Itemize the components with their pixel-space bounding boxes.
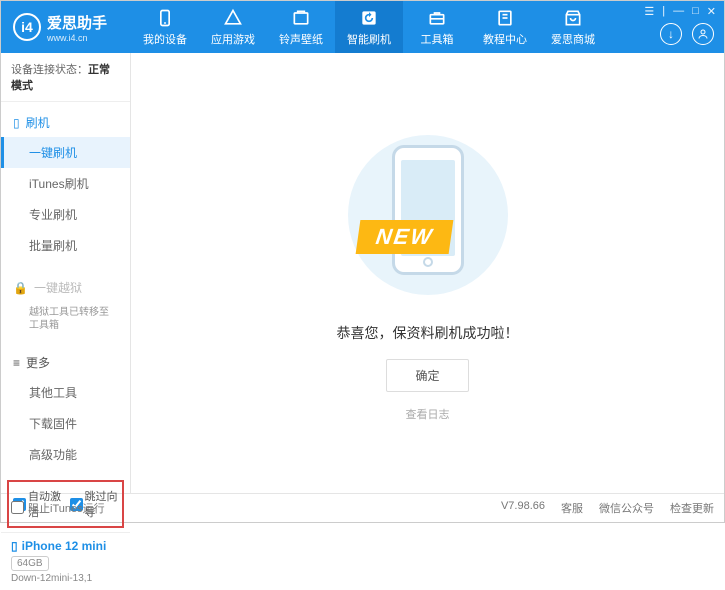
app-url: www.i4.cn <box>47 33 107 43</box>
ok-button[interactable]: 确定 <box>386 359 468 392</box>
view-log-link[interactable]: 查看日志 <box>406 406 450 422</box>
phone-icon <box>155 8 175 28</box>
close-icon[interactable]: ✕ <box>707 5 716 18</box>
download-icon[interactable]: ↓ <box>660 23 682 45</box>
folder-icon <box>291 8 311 28</box>
nav-apps[interactable]: 应用游戏 <box>199 1 267 53</box>
nav-tutorials[interactable]: 教程中心 <box>471 1 539 53</box>
section-jailbreak[interactable]: 🔒一键越狱 <box>1 273 130 302</box>
success-message: 恭喜您，保资料刷机成功啦！ <box>337 323 519 343</box>
version-label: V7.98.66 <box>501 500 545 516</box>
maximize-icon[interactable]: □ <box>692 5 699 18</box>
nav-toolbox[interactable]: 工具箱 <box>403 1 471 53</box>
storage-badge: 64GB <box>11 556 49 571</box>
block-itunes-checkbox[interactable]: 阻止iTunes运行 <box>11 500 105 516</box>
device-sub: Down-12mini-13,1 <box>11 573 120 584</box>
nav-my-device[interactable]: 我的设备 <box>131 1 199 53</box>
sidebar-item-batch[interactable]: 批量刷机 <box>1 230 130 261</box>
sidebar-item-itunes[interactable]: iTunes刷机 <box>1 168 130 199</box>
lock-icon: 🔒 <box>13 281 28 295</box>
app-name: 爱思助手 <box>47 12 107 33</box>
minimize-icon[interactable]: — <box>673 5 684 18</box>
header-actions: ↓ <box>660 23 714 45</box>
nav-store[interactable]: 爱思商城 <box>539 1 607 53</box>
update-link[interactable]: 检查更新 <box>670 500 714 516</box>
nav-ringtones[interactable]: 铃声壁纸 <box>267 1 335 53</box>
window-controls: ☰ | — □ ✕ <box>644 5 716 18</box>
user-icon[interactable] <box>692 23 714 45</box>
logo: i4 爱思助手 www.i4.cn <box>1 12 131 43</box>
toolbox-icon <box>427 8 447 28</box>
sidebar-item-advanced[interactable]: 高级功能 <box>1 439 130 470</box>
sidebar-item-download[interactable]: 下载固件 <box>1 408 130 439</box>
logo-icon: i4 <box>13 13 41 41</box>
sidebar: 设备连接状态：正常模式 ▯刷机 一键刷机 iTunes刷机 专业刷机 批量刷机 … <box>1 53 131 493</box>
jailbreak-note: 越狱工具已转移至 工具箱 <box>1 302 130 336</box>
menu-icon: ≡ <box>13 356 20 370</box>
book-icon <box>495 8 515 28</box>
new-banner: NEW <box>355 220 453 254</box>
main-content: NEW 恭喜您，保资料刷机成功啦！ 确定 查看日志 <box>131 53 724 493</box>
title-bar: i4 爱思助手 www.i4.cn 我的设备 应用游戏 铃声壁纸 智能刷机 工具… <box>1 1 724 53</box>
nav-flash[interactable]: 智能刷机 <box>335 1 403 53</box>
menu-icon[interactable]: ☰ <box>644 5 654 18</box>
phone-icon: ▯ <box>11 539 18 553</box>
main-nav: 我的设备 应用游戏 铃声壁纸 智能刷机 工具箱 教程中心 爱思商城 <box>131 1 607 53</box>
phone-icon: ▯ <box>13 116 20 130</box>
connection-status: 设备连接状态：正常模式 <box>1 53 130 102</box>
sidebar-item-oneclick[interactable]: 一键刷机 <box>1 137 130 168</box>
section-more[interactable]: ≡更多 <box>1 348 130 377</box>
success-illustration: NEW <box>338 125 518 305</box>
wechat-link[interactable]: 微信公众号 <box>599 500 654 516</box>
refresh-icon <box>359 8 379 28</box>
separator: | <box>662 5 665 18</box>
service-link[interactable]: 客服 <box>561 500 583 516</box>
sidebar-item-pro[interactable]: 专业刷机 <box>1 199 130 230</box>
store-icon <box>563 8 583 28</box>
device-info[interactable]: ▯iPhone 12 mini 64GB Down-12mini-13,1 <box>1 532 130 590</box>
apps-icon <box>223 8 243 28</box>
section-flash[interactable]: ▯刷机 <box>1 108 130 137</box>
sidebar-item-other[interactable]: 其他工具 <box>1 377 130 408</box>
